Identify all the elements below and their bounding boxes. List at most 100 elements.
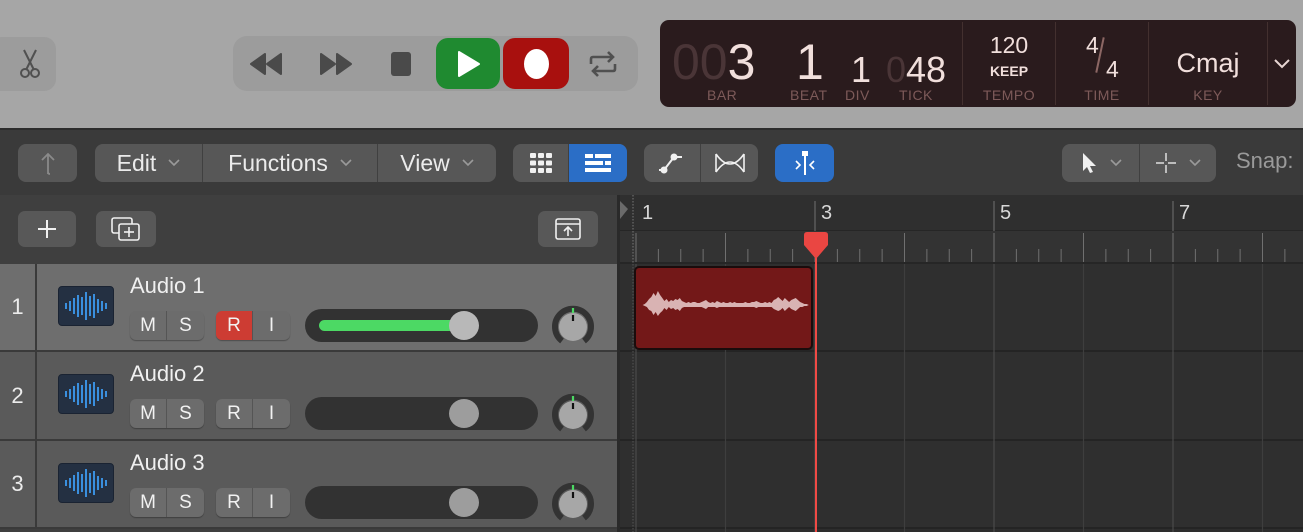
input-monitor-button[interactable]: I [253, 399, 290, 428]
pan-knob[interactable] [550, 391, 596, 437]
record-enable-button[interactable]: R [216, 399, 253, 428]
pan-knob[interactable] [550, 303, 596, 349]
tick-leading-zero: 0 [886, 49, 907, 90]
crosshair-tool-icon [1156, 153, 1176, 173]
lcd-key[interactable]: Cmaj KEY [1149, 20, 1267, 107]
mute-button[interactable]: M [130, 399, 167, 428]
track-header[interactable]: 3 Audio 3 M S R I [0, 441, 617, 529]
level-meter [319, 320, 459, 331]
catch-playhead-icon [794, 151, 815, 175]
lcd-tempo[interactable]: 120 KEEP TEMPO [963, 20, 1055, 107]
fast-forward-button[interactable] [311, 38, 361, 89]
lcd-bar[interactable]: 003 BAR [672, 20, 782, 107]
plus-icon [38, 220, 56, 238]
duplicate-track-icon [111, 217, 140, 241]
solo-button[interactable]: S [167, 488, 204, 517]
cycle-icon [589, 50, 617, 77]
catch-playhead-button[interactable] [775, 144, 834, 182]
view-menu[interactable]: View [378, 144, 496, 182]
track-number: 3 [0, 441, 37, 527]
track-number: 2 [0, 352, 37, 439]
view-toggle [513, 144, 627, 182]
volume-slider-thumb[interactable] [448, 399, 479, 428]
scissors-button[interactable] [0, 37, 56, 91]
tempo-label: TEMPO [982, 87, 1036, 103]
crossfade-button[interactable] [701, 144, 758, 182]
solo-button[interactable]: S [167, 399, 204, 428]
list-view-button[interactable] [569, 144, 627, 182]
mute-button[interactable]: M [130, 488, 167, 517]
lcd-menu-button[interactable] [1268, 20, 1296, 107]
solo-button[interactable]: S [167, 311, 204, 340]
track-header[interactable]: 2 Audio 2 M S R I [0, 352, 617, 441]
lcd-beat[interactable]: 1 BEAT [788, 20, 848, 107]
mute-button[interactable]: M [130, 311, 167, 340]
bar-number-label: 5 [1000, 202, 1011, 224]
playhead-handle[interactable] [800, 231, 832, 263]
time-label: TIME [1084, 87, 1120, 103]
pointer-tool-menu[interactable] [1062, 144, 1140, 182]
volume-slider[interactable] [305, 486, 538, 519]
crossfade-icon [714, 153, 745, 173]
tool-group [1062, 144, 1216, 182]
project-start-marker[interactable] [620, 201, 628, 219]
functions-menu[interactable]: Functions [203, 144, 378, 182]
lcd-div[interactable]: 1 DIV [845, 20, 885, 107]
key-label: KEY [1193, 87, 1223, 103]
input-monitor-button[interactable]: I [253, 488, 290, 517]
rewind-button[interactable] [241, 38, 291, 89]
volume-slider-thumb[interactable] [448, 311, 479, 340]
edit-menu[interactable]: Edit [95, 144, 203, 182]
stop-button[interactable] [378, 38, 423, 89]
duplicate-track-button[interactable] [96, 211, 156, 247]
tick-value: 48 [906, 49, 947, 90]
add-track-button[interactable] [18, 211, 76, 247]
chevron-down-icon [340, 159, 352, 167]
track-name[interactable]: Audio 3 [130, 450, 205, 476]
scissors-icon [20, 49, 40, 78]
track-name[interactable]: Audio 1 [130, 273, 205, 299]
track-header[interactable]: 1 Audio 1 M S R I [0, 264, 617, 352]
volume-slider[interactable] [305, 309, 538, 342]
automation-icon [659, 153, 682, 174]
grid-view-button[interactable] [513, 144, 569, 182]
waveform-icon [65, 292, 107, 320]
play-button[interactable] [436, 38, 500, 89]
input-monitor-button[interactable]: I [253, 311, 290, 340]
volume-slider[interactable] [305, 397, 538, 430]
cycle-button[interactable] [578, 38, 628, 89]
secondary-tool-menu[interactable] [1140, 144, 1216, 182]
track-icon[interactable] [58, 286, 114, 326]
tempo-value: 120 [989, 32, 1029, 58]
track-icon[interactable] [58, 463, 114, 503]
view-menu-label: View [400, 149, 450, 176]
lcd-tick[interactable]: 048 TICK [886, 20, 966, 107]
playhead-line[interactable] [815, 235, 817, 532]
record-button[interactable] [503, 38, 569, 89]
record-enable-button[interactable]: R [216, 311, 253, 340]
track-icon[interactable] [58, 374, 114, 414]
volume-slider-thumb[interactable] [448, 488, 479, 517]
transport-controls [233, 36, 638, 91]
global-tracks-button[interactable] [538, 211, 598, 247]
record-enable-button[interactable]: R [216, 488, 253, 517]
track-name[interactable]: Audio 2 [130, 361, 205, 387]
pan-knob[interactable] [550, 480, 596, 526]
record-input-group: R I [216, 311, 290, 340]
div-label: DIV [845, 87, 870, 103]
record-input-group: R I [216, 488, 290, 517]
mute-solo-group: M S [130, 399, 204, 428]
back-button[interactable] [18, 144, 77, 182]
ruler-marks: 1 3 5 7 [620, 195, 1286, 264]
tracks-toolbar: Edit Functions View Snap: [0, 128, 1303, 195]
chevron-down-icon [462, 159, 474, 167]
grid-view-icon [529, 153, 552, 173]
lcd-time-signature[interactable]: 4 4 TIME [1056, 20, 1148, 107]
chevron-down-icon [1189, 159, 1201, 167]
lcd-display[interactable]: 003 BAR 1 BEAT 1 DIV 048 TICK 120 KEEP T… [660, 20, 1296, 107]
chevron-down-icon [168, 159, 180, 167]
automation-button[interactable] [644, 144, 701, 182]
audio-region[interactable] [634, 266, 813, 350]
control-bar: 003 BAR 1 BEAT 1 DIV 048 TICK 120 KEEP T… [0, 0, 1303, 128]
arrange-area[interactable]: 1 3 5 7 [617, 195, 1303, 532]
